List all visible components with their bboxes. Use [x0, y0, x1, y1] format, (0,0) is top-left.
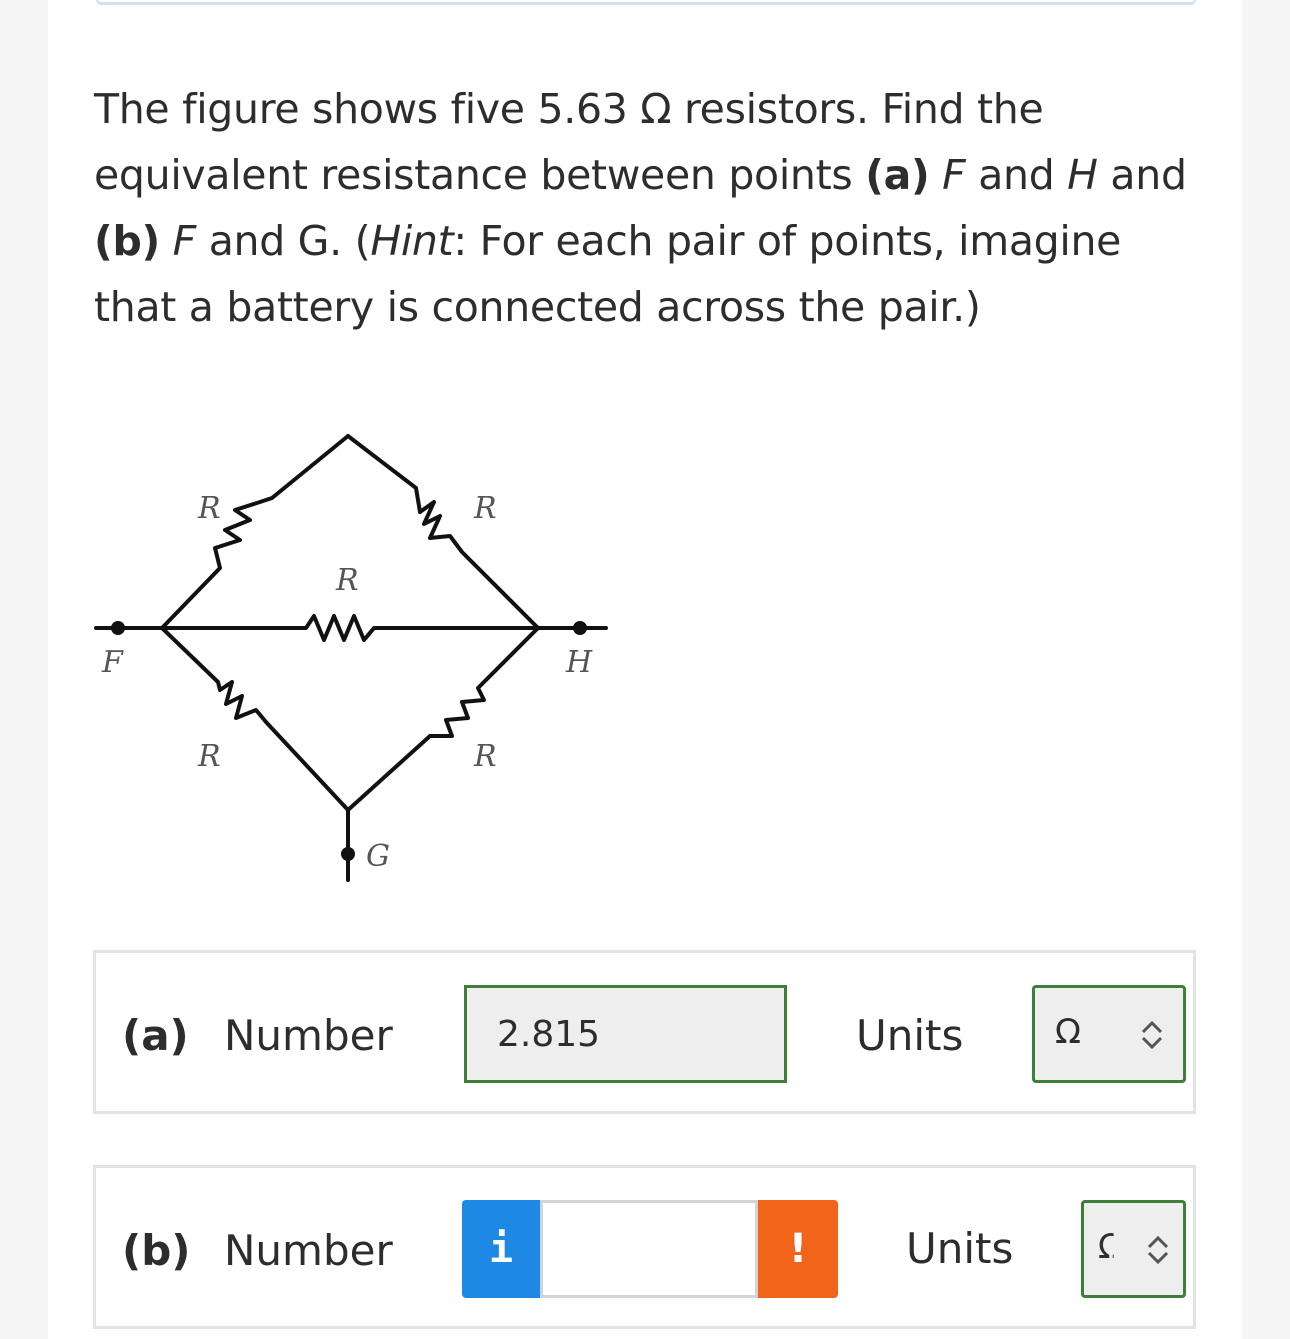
question-text: The figure shows five 5.63 Ω resistors. … — [94, 85, 1187, 331]
node-h-dot — [573, 621, 587, 635]
answer-row-a: (a) Number 2.815 Units Ω — [93, 950, 1196, 1114]
previous-panel-edge — [96, 0, 1196, 5]
number-input-a[interactable]: 2.815 — [464, 985, 787, 1083]
warning-button[interactable]: ! — [758, 1200, 838, 1298]
part-a-label: (a) — [122, 1011, 189, 1060]
units-select-a[interactable]: Ω — [1032, 985, 1186, 1083]
number-input-b[interactable] — [540, 1200, 758, 1298]
number-label-b: Number — [224, 1226, 393, 1275]
answer-row-b: (b) Number i ! Units Ω — [93, 1165, 1196, 1329]
label-r-bottom-left: R — [197, 739, 221, 774]
label-node-h: H — [565, 645, 593, 680]
label-r-middle: R — [335, 563, 359, 598]
number-label-a: Number — [224, 1011, 393, 1060]
label-r-top-left: R — [197, 491, 221, 526]
resistor-bottom-right — [346, 626, 540, 812]
resistor-bridge-figure: R R R R R F H G — [94, 434, 608, 882]
label-r-top-right: R — [473, 491, 497, 526]
up-down-chevron-icon — [1141, 1020, 1163, 1050]
label-r-bottom-right: R — [473, 739, 497, 774]
resistor-top-left — [160, 434, 350, 630]
units-label-b: Units — [906, 1224, 1014, 1273]
info-button[interactable]: i — [462, 1200, 540, 1298]
label-node-f: F — [101, 645, 124, 680]
node-f-dot — [111, 621, 125, 635]
resistor-top-right — [346, 434, 540, 630]
units-label-a: Units — [856, 1011, 964, 1060]
resistor-middle — [160, 614, 540, 642]
resistor-bottom-left — [160, 626, 350, 812]
part-b-label: (b) — [122, 1226, 191, 1275]
label-node-g: G — [366, 839, 390, 874]
units-value-a: Ω — [1055, 1012, 1081, 1052]
up-down-chevron-icon — [1147, 1235, 1169, 1265]
units-value-b: Ω — [1098, 1227, 1124, 1267]
node-g-dot — [341, 847, 355, 861]
units-select-b[interactable]: Ω — [1081, 1200, 1186, 1298]
